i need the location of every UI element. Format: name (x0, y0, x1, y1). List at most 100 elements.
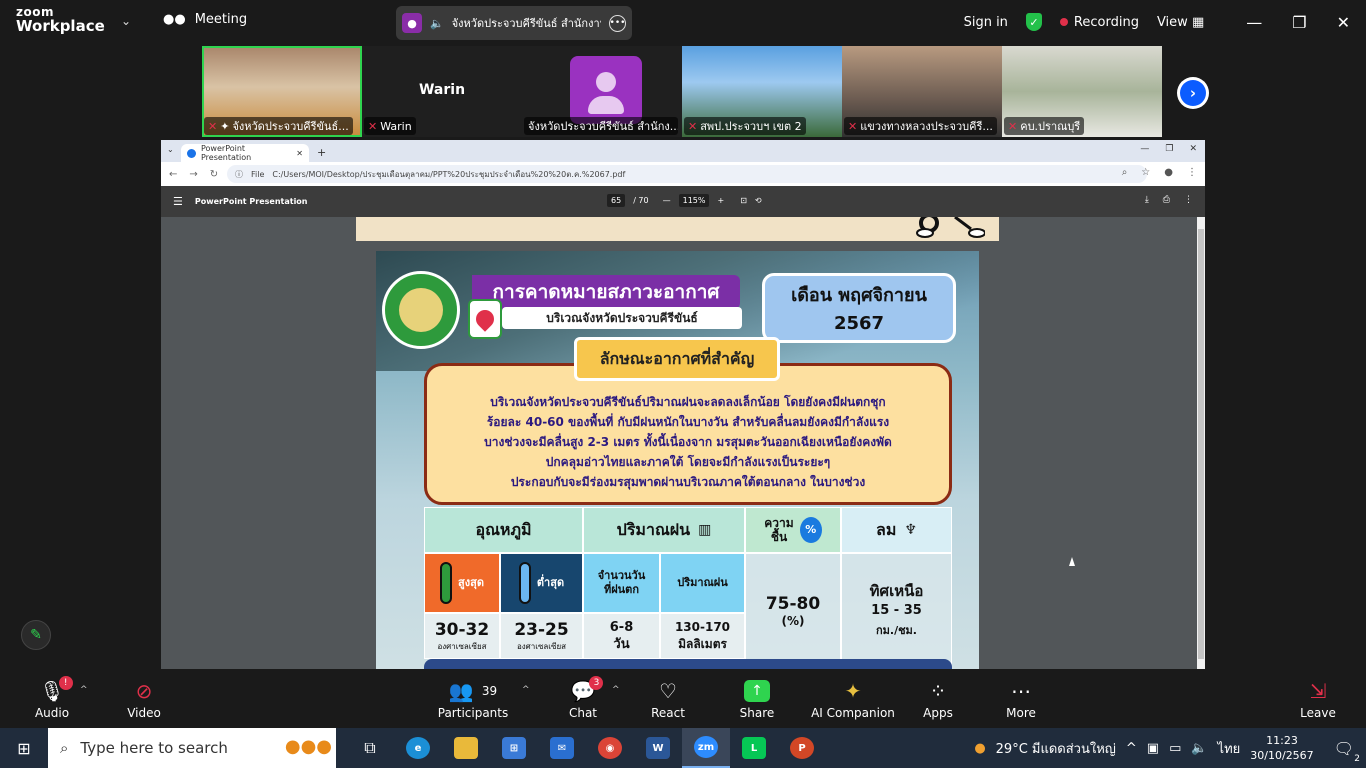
rain-days-label: จำนวนวัน ที่ฝนตก (583, 553, 660, 613)
participants-label: Participants (437, 705, 509, 720)
fit-page-icon[interactable]: ⊡ (740, 196, 747, 205)
next-participants-button[interactable]: › (1177, 77, 1209, 109)
recording-indicator[interactable]: Recording (1059, 15, 1139, 30)
zoom-app-icon[interactable]: zm (682, 728, 730, 768)
zoom-level-input[interactable]: 115% (678, 194, 710, 207)
weather-text[interactable]: 29°C มีแดดส่วนใหญ่ (996, 738, 1116, 759)
rotate-icon[interactable]: ⟲ (755, 196, 762, 205)
restore-icon[interactable]: ❐ (1292, 13, 1306, 32)
print-icon[interactable]: ⎙ (1163, 195, 1170, 205)
store-icon[interactable]: ⊞ (490, 728, 538, 768)
menu-icon[interactable]: ⋮ (1184, 195, 1193, 205)
participant-tile[interactable]: ✕ แขวงทางหลวงประจวบคีรี... (842, 46, 1002, 137)
chat-button[interactable]: 💬 3 Chat (566, 669, 604, 728)
month-year: 2567 (833, 313, 885, 334)
chevron-up-icon[interactable]: ^ (1126, 741, 1137, 756)
description-line: บางช่วงจะมีคลื่นสูง 2-3 เมตร ทั้งนี้เนื่… (484, 435, 892, 449)
hamburger-icon[interactable]: ☰ (173, 195, 183, 208)
participant-tile[interactable]: จังหวัดประจวบคีรีขันธ์ สำนักง... (522, 46, 682, 137)
menu-icon[interactable]: ⋮ (1187, 167, 1197, 178)
participant-tile[interactable]: ✕ ✦ จังหวัดประจวบคีรีขันธ์... (202, 46, 362, 137)
participants-icon: 👥 39 (448, 678, 498, 703)
participant-tile[interactable]: ✕ สพป.ประจวบฯ เขต 2 (682, 46, 842, 137)
apps-button[interactable]: ⁘ Apps (920, 669, 956, 728)
sharing-name: จังหวัดประจวบคีรีขันธ์ สำนักงานจั (451, 17, 601, 30)
address-bar[interactable]: ⓘ File C:/Users/MOI/Desktop/ประชุมเดือนต… (227, 165, 1147, 183)
download-icon[interactable]: ⤓ (1145, 195, 1149, 205)
close-icon[interactable]: ✕ (1337, 13, 1350, 32)
clock[interactable]: 11:23 30/10/2567 (1250, 733, 1313, 763)
pdf-scrollbar[interactable] (1197, 217, 1205, 669)
powerpoint-icon[interactable]: P (778, 728, 826, 768)
ai-companion-label: AI Companion (811, 705, 895, 720)
leave-door-icon: ⇲ (1309, 678, 1327, 703)
line-icon[interactable]: L (730, 728, 778, 768)
chat-options-caret-icon[interactable]: ^ (612, 685, 620, 695)
browser-right-icons: ⌕ ☆ ● ⋮ (1122, 167, 1197, 178)
shield-check-icon[interactable]: ✓ (1025, 13, 1042, 31)
zoom-out-icon[interactable]: — (663, 196, 671, 205)
participant-name-tag: จังหวัดประจวบคีรีขันธ์ สำนักง... (524, 117, 678, 135)
audio-options-caret-icon[interactable]: ^ (80, 685, 88, 695)
word-icon[interactable]: W (634, 728, 682, 768)
chevron-down-icon[interactable]: ⌄ (121, 14, 131, 28)
minimize-icon[interactable]: — (1246, 13, 1262, 32)
leave-button[interactable]: ⇲ Leave (1300, 669, 1336, 728)
ai-companion-button[interactable]: ✦ AI Companion (810, 669, 896, 728)
new-tab-icon[interactable]: + (317, 146, 326, 159)
network-icon[interactable]: ▭ (1169, 741, 1181, 756)
tab-close-icon[interactable]: ✕ (296, 149, 303, 158)
more-button[interactable]: ⋯ More (1002, 669, 1040, 728)
participants-button[interactable]: 👥 39 Participants (437, 669, 509, 728)
video-button[interactable]: ⊘ Video (124, 669, 164, 728)
annotate-pencil-icon[interactable]: ✎ (21, 620, 51, 650)
participant-tile[interactable]: ✕ คบ.ปราณบุรี (1002, 46, 1162, 137)
share-button[interactable]: ↑ Share (738, 669, 776, 728)
min-temp-label-text: ต่ำสุด (536, 576, 565, 589)
language-indicator[interactable]: ไทย (1218, 738, 1241, 759)
meeting-menu[interactable]: ●● Meeting (163, 12, 247, 27)
zoom-icon[interactable]: ⌕ (1122, 167, 1128, 178)
edge-icon[interactable]: e (394, 728, 442, 768)
file-explorer-icon[interactable] (442, 728, 490, 768)
view-button[interactable]: View ▦ (1157, 15, 1204, 30)
sharing-indicator[interactable]: ● 🔈 จังหวัดประจวบคีรีขันธ์ สำนักงานจั ••… (396, 6, 632, 40)
minimize-icon[interactable]: — (1140, 144, 1149, 154)
user-avatar-icon (570, 56, 642, 124)
volume-icon[interactable]: 🔈 (1191, 741, 1207, 756)
star-icon[interactable]: ☆ (1141, 167, 1150, 178)
participant-name: Warin (380, 119, 412, 133)
react-button[interactable]: ♡ React (648, 669, 688, 728)
sign-in-button[interactable]: Sign in (964, 15, 1008, 30)
more-options-icon[interactable]: ••• (609, 14, 626, 32)
participants-options-caret-icon[interactable]: ^ (522, 685, 530, 695)
restore-icon[interactable]: ❐ (1165, 144, 1173, 154)
scrollbar-thumb[interactable] (1198, 229, 1204, 659)
mail-icon[interactable]: ✉ (538, 728, 586, 768)
taskbar-search[interactable]: ⌕ Type here to search ●●● (48, 728, 336, 768)
windows-start-icon[interactable]: ⊞ (0, 728, 48, 768)
rain-amount-value: 130-170 (674, 620, 731, 634)
audio-button[interactable]: 🎙! Audio (34, 669, 73, 728)
rainfall-header-label: ปริมาณฝน (616, 519, 691, 539)
meet-icon[interactable]: ▣ (1147, 741, 1159, 756)
profile-icon[interactable]: ● (1164, 167, 1173, 178)
task-view-icon[interactable]: ⧉ (346, 728, 394, 768)
back-icon[interactable]: ← (169, 169, 177, 180)
participant-name-tag: ✕ แขวงทางหลวงประจวบคีรี... (844, 117, 997, 135)
pdf-viewport[interactable]: การคาดหมายสภาวะอากาศ บริเวณจังหวัดประจวบ… (161, 217, 1197, 669)
participant-name: จังหวัดประจวบคีรีขันธ์... (232, 120, 349, 133)
tab-list-icon[interactable]: ⌄ (167, 145, 174, 154)
max-temp-value-cell: 30-32 องศาเซลเซียส (424, 613, 500, 659)
max-temp-label: สูงสุด (424, 553, 500, 613)
page-number-input[interactable]: 65 (607, 194, 626, 207)
notification-icon[interactable]: 🗨 2 (1334, 739, 1360, 764)
chrome-icon[interactable]: ◉ (586, 728, 634, 768)
browser-tab[interactable]: PowerPoint Presentation ✕ (181, 144, 309, 162)
close-icon[interactable]: ✕ (1189, 144, 1197, 154)
reload-icon[interactable]: ↻ (210, 169, 218, 180)
browser-nav: ← → ↻ (169, 169, 218, 180)
zoom-in-icon[interactable]: + (717, 196, 724, 205)
forward-icon[interactable]: → (189, 169, 197, 180)
participant-tile[interactable]: Warin ✕ Warin (362, 46, 522, 137)
